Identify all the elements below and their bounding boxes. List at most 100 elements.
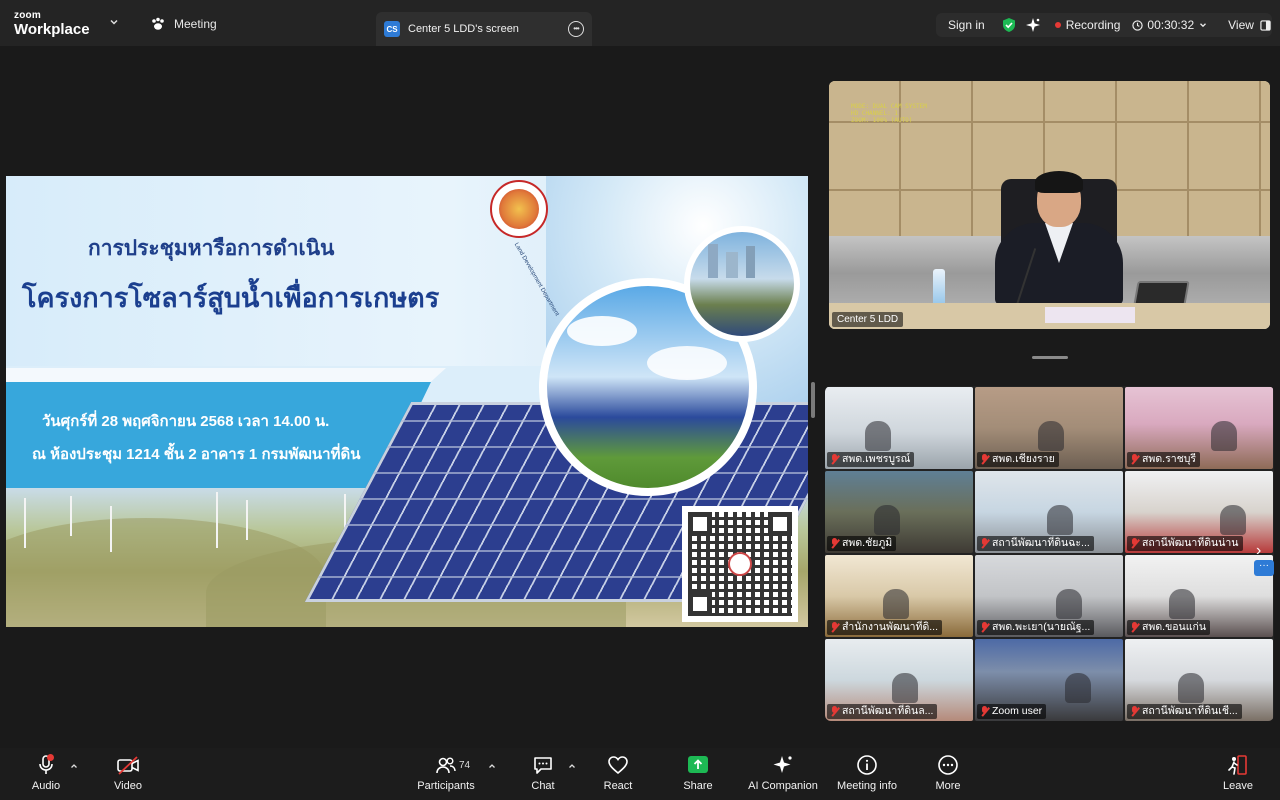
- microphone-muted-icon: [1130, 454, 1139, 465]
- osd-line: HD CHANNEL: 1: [851, 110, 898, 117]
- share-button[interactable]: Share: [681, 754, 715, 796]
- meeting-tab-label: Meeting: [174, 17, 217, 31]
- chevron-up-icon[interactable]: [488, 762, 496, 770]
- microphone-muted-icon: [980, 538, 989, 549]
- active-speaker-video[interactable]: MODE: DUAL CAM SYSTEM HD CHANNEL: 1 ZOOM…: [829, 81, 1270, 329]
- chevron-up-icon[interactable]: [70, 762, 78, 770]
- ai-sparkle-icon[interactable]: [1025, 17, 1041, 33]
- participant-name-label: สพด.เพชรบูรณ์: [827, 452, 915, 467]
- participant-figure: [1038, 421, 1064, 451]
- participant-name-label: สถานีพัฒนาที่ดินฉะ...: [977, 536, 1094, 551]
- zoom-window: zoom Workplace Meeting CS Center 5 LDD's…: [0, 0, 1280, 800]
- brand-bottom: Workplace: [14, 21, 90, 38]
- participant-name: สำนักงานพัฒนาที่ดิ...: [842, 621, 939, 633]
- participant-name-label: สำนักงานพัฒนาที่ดิ...: [827, 620, 943, 635]
- sign-in-button[interactable]: Sign in: [948, 18, 985, 32]
- participant-tile[interactable]: สถานีพัฒนาที่ดินฉะ...: [975, 471, 1123, 553]
- slide-white-band: [6, 368, 446, 384]
- chevron-right-icon[interactable]: ›: [1256, 540, 1270, 562]
- ai-companion-icon: [773, 756, 792, 773]
- meeting-info-button[interactable]: Meeting info: [835, 754, 899, 796]
- heart-icon: [608, 756, 628, 775]
- clock-icon: [1132, 19, 1144, 31]
- participant-name-label: สพด.ขอนแก่น: [1127, 620, 1211, 635]
- more-icon: [938, 755, 958, 775]
- participant-name: สพด.ชัยภูมิ: [842, 537, 893, 549]
- participants-count: 74: [459, 760, 471, 771]
- camera-osd: MODE: DUAL CAM SYSTEM HD CHANNEL: 1 ZOOM…: [851, 103, 927, 124]
- leave-label: Leave: [1223, 780, 1253, 792]
- chevron-up-icon[interactable]: [568, 762, 576, 770]
- participant-tile[interactable]: สพด.ชัยภูมิ: [825, 471, 973, 553]
- osd-line: ZOOM: 100% (AUTO): [851, 117, 913, 124]
- shared-screen-tab[interactable]: CS Center 5 LDD's screen •••: [376, 12, 592, 46]
- ai-companion-button[interactable]: AI Companion: [746, 754, 820, 796]
- chat-label: Chat: [531, 780, 555, 792]
- react-button[interactable]: React: [601, 754, 635, 796]
- participant-name-label: สถานีพัฒนาที่ดินล...: [827, 704, 938, 719]
- city-solar-photo: [684, 226, 800, 342]
- participant-figure: [865, 421, 891, 451]
- participant-figure: [1211, 421, 1237, 451]
- participant-tile[interactable]: สถานีพัฒนาที่ดินน่าน: [1125, 471, 1273, 553]
- more-button[interactable]: More: [931, 754, 965, 796]
- participant-tile[interactable]: สพด.เชียงราย: [975, 387, 1123, 469]
- participant-tile[interactable]: Zoom user: [975, 639, 1123, 721]
- participant-name-label: สพด.พะเยา(นายณัฐ...: [977, 620, 1095, 635]
- participant-figure: [1047, 505, 1073, 535]
- participant-tile[interactable]: สถานีพัฒนาที่ดินล...: [825, 639, 973, 721]
- participant-tile[interactable]: สพด.ขอนแก่น: [1125, 555, 1273, 637]
- participant-name-label: สพด.ชัยภูมิ: [827, 536, 897, 551]
- chat-button[interactable]: Chat: [526, 754, 560, 796]
- participant-name-label: สถานีพัฒนาที่ดินเชี...: [1127, 704, 1242, 719]
- participant-tile[interactable]: สถานีพัฒนาที่ดินเชี...: [1125, 639, 1273, 721]
- top-right-controls: Sign in Recording 00:30:32 View: [936, 13, 1272, 37]
- top-bar: zoom Workplace Meeting CS Center 5 LDD's…: [0, 0, 1280, 46]
- participant-tile[interactable]: สำนักงานพัฒนาที่ดิ...: [825, 555, 973, 637]
- participant-name: สพด.พะเยา(นายณัฐ...: [992, 621, 1091, 633]
- audio-label: Audio: [31, 780, 61, 792]
- recording-indicator[interactable]: Recording: [1054, 18, 1120, 32]
- participant-name: สถานีพัฒนาที่ดินเชี...: [1142, 705, 1238, 717]
- leave-door-icon: [1228, 755, 1247, 775]
- zoom-workplace-logo[interactable]: zoom Workplace: [14, 10, 90, 38]
- chevron-down-icon[interactable]: [108, 16, 120, 28]
- qr-code-icon: [682, 506, 798, 622]
- sharer-avatar: CS: [384, 21, 400, 37]
- recording-dot-icon: [1054, 22, 1061, 28]
- audio-button[interactable]: Audio: [28, 754, 64, 796]
- brand-top: zoom: [14, 10, 41, 21]
- slide-title-line1: การประชุมหารือการดำเนิน: [88, 237, 335, 260]
- microphone-muted-icon: [39, 754, 54, 774]
- slide-title-line2: โครงการโซลาร์สูบน้ำเพื่อการเกษตร: [22, 283, 440, 313]
- shared-screen[interactable]: Land Development Department การประชุมหาร…: [6, 176, 808, 627]
- participant-name-label: สพด.ราชบุรี: [1127, 452, 1201, 467]
- participant-name-label: สพด.เชียงราย: [977, 452, 1059, 467]
- participant-figure: [1065, 673, 1091, 703]
- meeting-timer[interactable]: 00:30:32: [1132, 18, 1208, 32]
- meeting-tab[interactable]: Meeting: [150, 13, 217, 35]
- participant-name: สพด.เชียงราย: [992, 453, 1055, 465]
- participant-tile[interactable]: สพด.เพชรบูรณ์: [825, 387, 973, 469]
- participant-figure: [1178, 673, 1204, 703]
- more-options-icon[interactable]: •••: [568, 21, 584, 37]
- shield-check-icon[interactable]: [1001, 17, 1017, 33]
- ai-companion-label: AI Companion: [748, 780, 818, 792]
- participant-figure: [892, 673, 918, 703]
- chevron-down-icon: [1200, 23, 1207, 28]
- slide-venue: ณ ห้องประชุม 1214 ชั้น 2 อาคาร 1 กรมพัฒน…: [32, 446, 361, 463]
- microphone-muted-icon: [1130, 538, 1139, 549]
- video-button[interactable]: Video: [108, 754, 148, 796]
- participant-name-label: สถานีพัฒนาที่ดินน่าน: [1127, 536, 1243, 551]
- microphone-muted-icon: [980, 706, 989, 717]
- paw-icon: [152, 17, 164, 30]
- osd-line: MODE: DUAL CAM SYSTEM: [851, 103, 927, 110]
- slide-blue-band: [6, 382, 431, 488]
- view-button[interactable]: View: [1228, 18, 1271, 32]
- leave-button[interactable]: Leave: [1221, 754, 1255, 796]
- participant-tile[interactable]: สพด.ราชบุรี: [1125, 387, 1273, 469]
- split-view-handle[interactable]: [811, 382, 815, 418]
- participant-tile[interactable]: สพด.พะเยา(นายณัฐ...: [975, 555, 1123, 637]
- gallery-more-badge[interactable]: ···: [1254, 560, 1274, 576]
- panel-resize-handle[interactable]: [1032, 356, 1068, 359]
